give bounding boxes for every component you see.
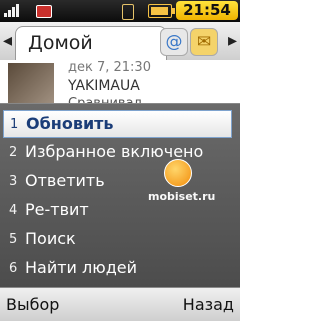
softkey-bar: Выбор Назад [0, 287, 240, 321]
battery-icon [148, 4, 175, 18]
menu-item-number: 6 [9, 261, 18, 276]
clock: 21:54 [176, 1, 238, 20]
tab-home[interactable]: Домой [15, 26, 167, 61]
menu-item-favorite[interactable]: 2 Избранное включено [3, 139, 232, 167]
menu-item-search[interactable]: 5 Поиск [3, 226, 232, 254]
tweet-meta: дек 7, 21:30 [68, 60, 151, 75]
menu-item-number: 4 [9, 203, 18, 218]
menu-item-label: Ре-твит [25, 200, 89, 219]
tab-left-arrow-icon[interactable]: ◂ [3, 30, 12, 51]
menu-item-label: Обновить [26, 114, 114, 133]
at-icon[interactable]: @ [160, 28, 188, 56]
menu-item-label: Ответить [25, 171, 105, 190]
watermark-text: mobiset.ru [148, 190, 216, 203]
menu-item-refresh[interactable]: 1 Обновить [3, 110, 232, 138]
menu-item-label: Найти людей [25, 258, 138, 277]
menu-item-number: 2 [9, 145, 18, 160]
back-softkey[interactable]: Назад [183, 295, 234, 314]
tab-title: Домой [28, 32, 93, 54]
status-bar: 21:54 [0, 0, 240, 22]
menu-item-label: Поиск [25, 229, 76, 248]
tab-right-arrow-icon[interactable]: ▸ [228, 30, 237, 51]
mail-icon[interactable]: ✉ [190, 28, 218, 56]
menu-item-number: 5 [9, 232, 18, 247]
message-icon [36, 5, 52, 18]
menu-item-number: 1 [10, 117, 19, 132]
tweet-author: YAKIMAUA [68, 78, 140, 94]
vibrate-icon [122, 4, 134, 20]
tab-bar: ◂ Домой @ ✉ ▸ [0, 22, 240, 61]
menu-item-find-people[interactable]: 6 Найти людей [3, 255, 232, 283]
signal-icon [4, 3, 22, 17]
select-softkey[interactable]: Выбор [6, 295, 59, 314]
watermark-logo-icon [164, 159, 192, 187]
menu-item-number: 3 [9, 174, 18, 189]
